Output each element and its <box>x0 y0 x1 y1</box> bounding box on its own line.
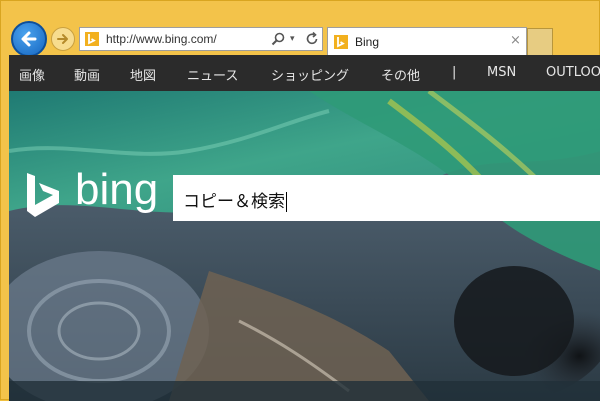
hero-background: bing コピー＆検索 <box>9 91 600 401</box>
nav-item-msn[interactable]: MSN <box>487 65 516 80</box>
bing-logo[interactable]: bing <box>19 165 169 221</box>
nav-item-more[interactable]: その他 <box>381 65 420 84</box>
bing-nav-bar: 画像 動画 地図 ニュース ショッピング その他 | MSN OUTLOOK <box>9 55 600 91</box>
bing-logo-text: bing <box>75 165 159 214</box>
close-icon[interactable]: × <box>510 33 521 48</box>
forward-button[interactable] <box>51 27 75 51</box>
refresh-icon[interactable] <box>304 31 320 47</box>
nav-item-images[interactable]: 画像 <box>19 65 45 84</box>
text-caret <box>286 192 287 212</box>
nav-separator: | <box>452 65 457 80</box>
tab-bing[interactable]: Bing × <box>327 27 527 55</box>
tab-title: Bing <box>355 35 380 49</box>
browser-chrome: http://www.bing.com/ ▾ Bing × <box>1 1 600 57</box>
forward-arrow-icon <box>57 34 68 44</box>
nav-item-outlook[interactable]: OUTLOOK <box>546 65 600 80</box>
browser-window: http://www.bing.com/ ▾ Bing × 画像 動画 地図 ニ… <box>0 0 600 401</box>
search-query-text: コピー＆検索 <box>183 192 285 212</box>
background-photo <box>9 91 600 401</box>
search-box[interactable]: コピー＆検索 <box>173 175 600 221</box>
nav-item-shopping[interactable]: ショッピング <box>271 65 349 84</box>
bing-logo-icon <box>27 173 59 217</box>
search-input[interactable]: コピー＆検索 <box>183 187 287 212</box>
nav-item-videos[interactable]: 動画 <box>74 65 100 84</box>
search-icon[interactable] <box>270 31 286 47</box>
address-bar[interactable]: http://www.bing.com/ ▾ <box>79 27 323 51</box>
new-tab-button[interactable] <box>527 28 553 55</box>
back-button[interactable] <box>11 21 47 57</box>
nav-item-maps[interactable]: 地図 <box>130 65 156 84</box>
address-text[interactable]: http://www.bing.com/ <box>106 32 217 46</box>
back-arrow-icon <box>21 31 37 47</box>
chevron-down-icon[interactable]: ▾ <box>290 34 295 44</box>
nav-item-news[interactable]: ニュース <box>187 65 238 84</box>
bing-favicon-icon <box>85 32 99 46</box>
bing-favicon-icon <box>334 35 348 49</box>
